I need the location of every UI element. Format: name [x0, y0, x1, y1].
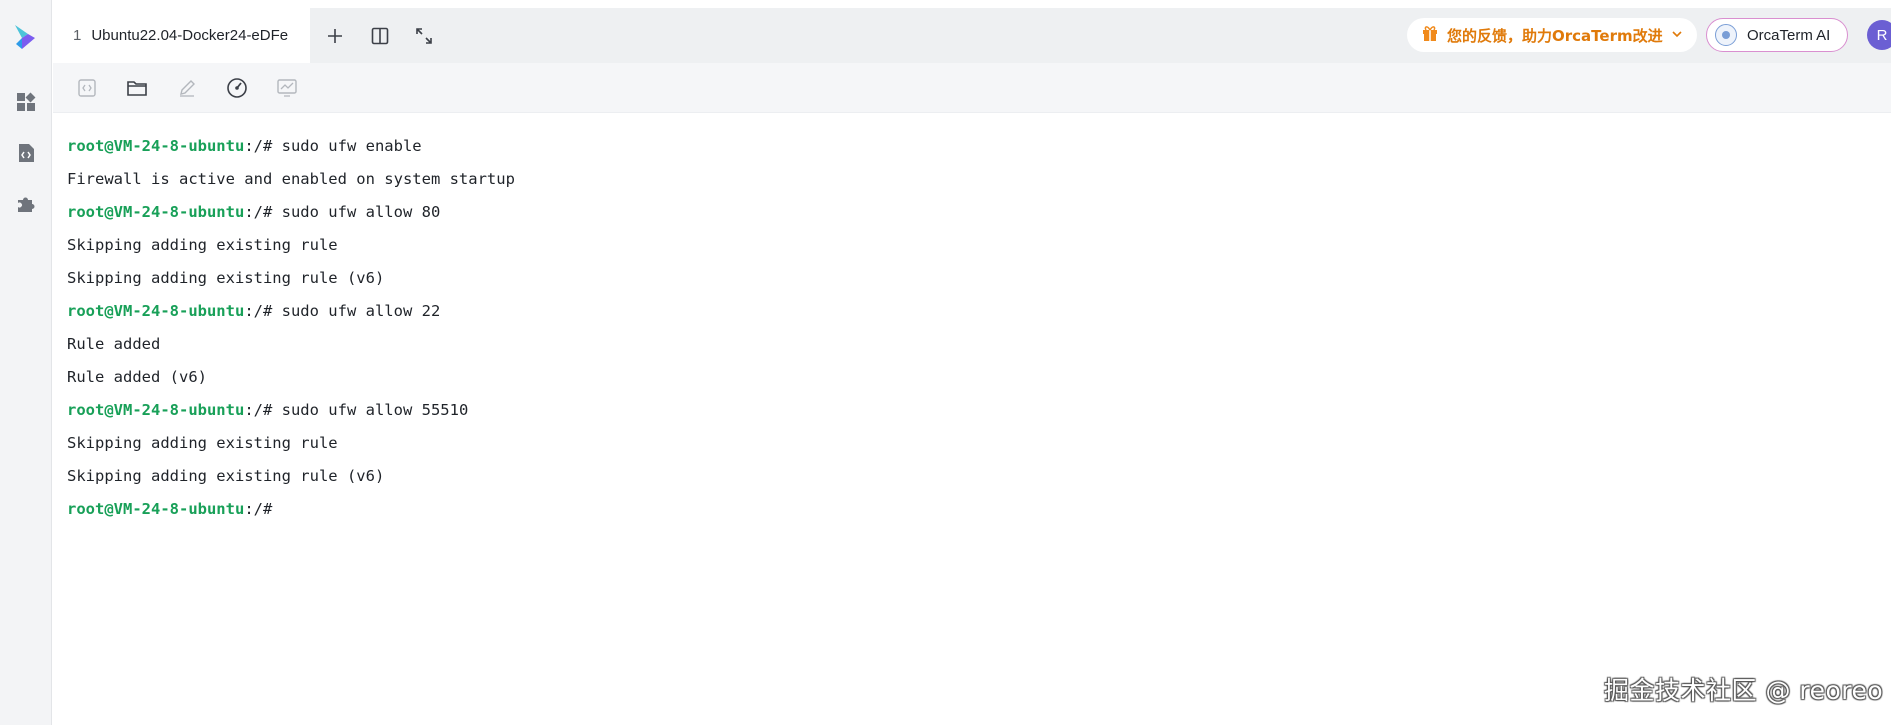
tab-session[interactable]: 1 Ubuntu22.04-Docker24-eDFe [53, 8, 310, 63]
prompt-path: :/# [244, 203, 273, 221]
prompt-user: root@VM-24-8-ubuntu [67, 137, 245, 155]
terminal-line: root@VM-24-8-ubuntu:/# sudo ufw allow 22 [67, 295, 1891, 328]
watermark: 掘金技术社区 @ reoreo [1604, 676, 1884, 705]
app-logo-icon[interactable] [12, 22, 38, 52]
ai-label: OrcaTerm AI [1747, 26, 1831, 44]
left-sidebar [0, 0, 52, 725]
feedback-label: 您的反馈，助力OrcaTerm改进 [1447, 26, 1663, 45]
command-text: sudo ufw allow 55510 [272, 401, 469, 419]
output-text: Skipping adding existing rule [67, 236, 338, 254]
prompt-user: root@VM-24-8-ubuntu [67, 203, 245, 221]
terminal-lines: root@VM-24-8-ubuntu:/# sudo ufw enable Fi… [67, 130, 1891, 526]
terminal-line: Skipping adding existing rule [67, 427, 1891, 460]
output-text: Rule added (v6) [67, 368, 207, 386]
folder-icon[interactable] [125, 76, 149, 100]
output-text: Firewall is active and enabled on system… [67, 170, 515, 188]
prompt-path: :/# [244, 137, 273, 155]
prompt-path: :/# [244, 401, 273, 419]
output-text: Skipping adding existing rule (v6) [67, 467, 385, 485]
terminal-line: root@VM-24-8-ubuntu:/# sudo ufw allow 55… [67, 394, 1891, 427]
prompt-user: root@VM-24-8-ubuntu [67, 500, 245, 518]
split-view-icon[interactable] [366, 22, 394, 50]
grid-apps-icon[interactable] [14, 90, 38, 114]
terminal-output[interactable]: root@VM-24-8-ubuntu:/# sudo ufw enable Fi… [53, 114, 1891, 725]
prompt-path: :/# [244, 500, 273, 518]
output-text: Skipping adding existing rule [67, 434, 338, 452]
terminal-line: Firewall is active and enabled on system… [67, 163, 1891, 196]
terminal-line: Rule added [67, 328, 1891, 361]
orcaterm-ai-button[interactable]: OrcaTerm AI [1706, 18, 1848, 52]
command-text: sudo ufw enable [272, 137, 422, 155]
terminal-line: Skipping adding existing rule [67, 229, 1891, 262]
code-snippet-icon[interactable] [75, 76, 99, 100]
tab-bar: 1 Ubuntu22.04-Docker24-eDFe 您的反馈，助力OrcaT… [53, 8, 1891, 63]
tab-number: 1 [73, 27, 82, 44]
command-text: sudo ufw allow 22 [272, 302, 441, 320]
terminal-line: root@VM-24-8-ubuntu:/# sudo ufw enable [67, 130, 1891, 163]
output-text: Skipping adding existing rule (v6) [67, 269, 385, 287]
terminal-line: root@VM-24-8-ubuntu:/# [67, 493, 1891, 526]
terminal-toolbar [53, 63, 1891, 113]
feedback-button[interactable]: 您的反馈，助力OrcaTerm改进 [1407, 18, 1697, 52]
gift-icon [1421, 24, 1439, 46]
app-window: 1 Ubuntu22.04-Docker24-eDFe 您的反馈，助力OrcaT… [0, 0, 1891, 725]
new-tab-icon[interactable] [321, 22, 349, 50]
fullscreen-icon[interactable] [410, 22, 438, 50]
command-text: sudo ufw allow 80 [272, 203, 441, 221]
monitor-chart-icon[interactable] [275, 76, 299, 100]
chevron-down-icon [1671, 26, 1683, 44]
puzzle-plugin-icon[interactable] [14, 192, 38, 216]
avatar[interactable]: R [1867, 20, 1891, 50]
ai-assistant-icon [1715, 24, 1737, 46]
prompt-user: root@VM-24-8-ubuntu [67, 302, 245, 320]
edit-pencil-icon[interactable] [175, 76, 199, 100]
terminal-line: Skipping adding existing rule (v6) [67, 460, 1891, 493]
code-file-icon[interactable] [14, 141, 38, 165]
tab-label: Ubuntu22.04-Docker24-eDFe [91, 27, 289, 44]
prompt-path: :/# [244, 302, 273, 320]
terminal-line: Skipping adding existing rule (v6) [67, 262, 1891, 295]
prompt-user: root@VM-24-8-ubuntu [67, 401, 245, 419]
gauge-icon[interactable] [225, 76, 249, 100]
output-text: Rule added [67, 335, 161, 353]
terminal-line: root@VM-24-8-ubuntu:/# sudo ufw allow 80 [67, 196, 1891, 229]
terminal-line: Rule added (v6) [67, 361, 1891, 394]
